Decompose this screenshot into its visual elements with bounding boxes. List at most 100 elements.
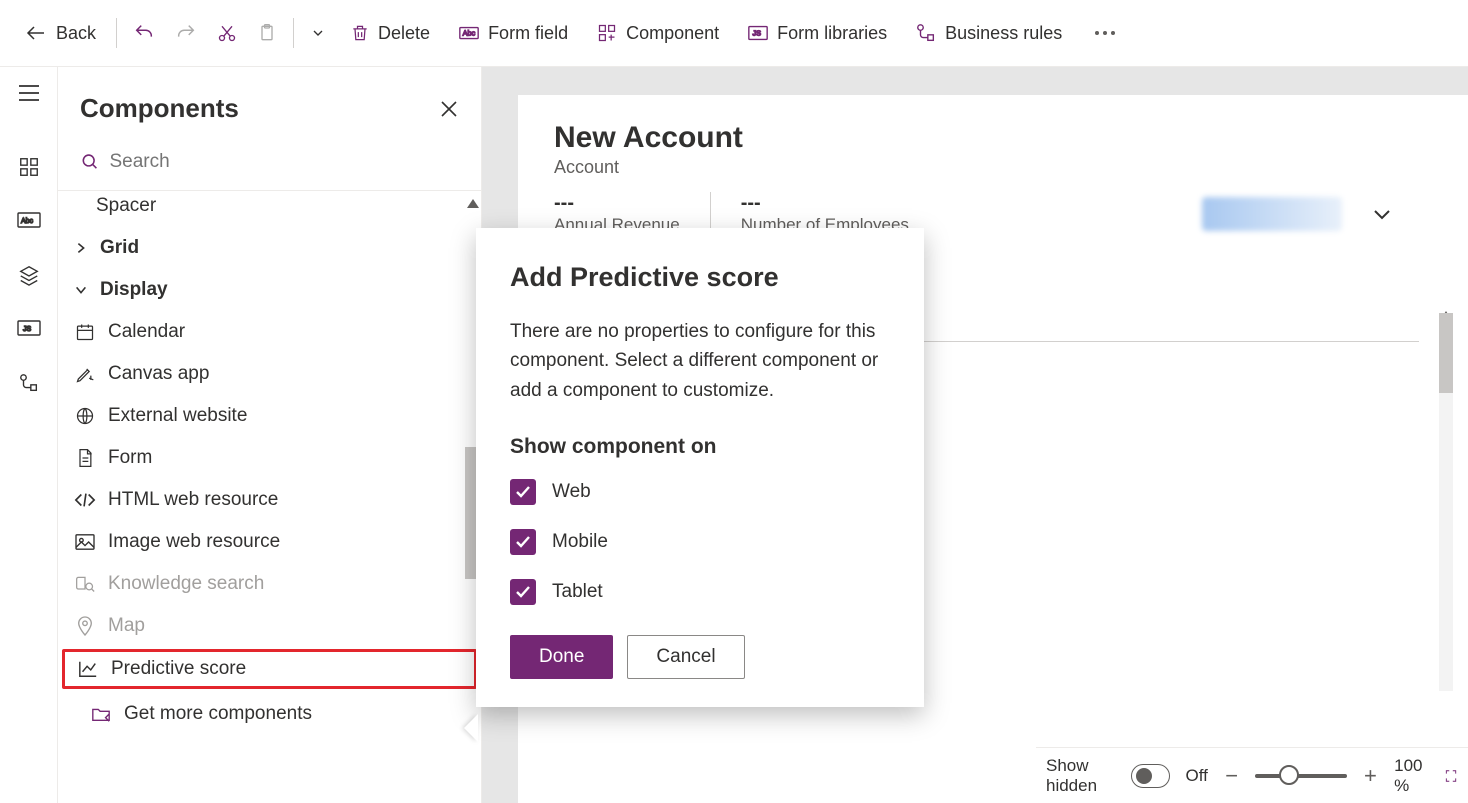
svg-text:Abc: Abc — [463, 29, 476, 38]
chevron-down-icon — [310, 25, 326, 41]
grid-icon — [18, 156, 40, 178]
back-button[interactable]: Back — [10, 13, 110, 53]
trash-icon — [350, 23, 370, 43]
popup-pointer — [464, 714, 478, 742]
redo-button — [165, 14, 207, 52]
pin-icon — [74, 615, 96, 637]
flow-rail-icon — [18, 372, 40, 394]
search-input[interactable] — [109, 151, 458, 173]
check-web[interactable]: Web — [510, 479, 890, 505]
hamburger-icon — [18, 84, 40, 102]
formfield-icon: Abc — [458, 23, 480, 43]
rail-components[interactable] — [17, 155, 41, 179]
business-rules-button[interactable]: Business rules — [901, 14, 1076, 52]
form-libraries-button[interactable]: JS Form libraries — [733, 15, 901, 52]
undo-button[interactable] — [123, 14, 165, 52]
rail-rules[interactable] — [17, 371, 41, 395]
business-rules-label: Business rules — [945, 23, 1062, 44]
search-icon — [81, 152, 99, 172]
undo-icon — [133, 22, 155, 44]
code-icon — [74, 489, 96, 511]
rail-formfield[interactable]: Abc — [17, 209, 41, 233]
cancel-button[interactable]: Cancel — [627, 635, 744, 679]
zoom-slider[interactable] — [1255, 774, 1346, 778]
item-spacer[interactable]: Spacer — [58, 191, 481, 227]
toggle-state-label: Off — [1186, 766, 1208, 786]
delete-label: Delete — [378, 23, 430, 44]
form-field-label: Form field — [488, 23, 568, 44]
svg-text:JS: JS — [753, 29, 762, 38]
form-libraries-label: Form libraries — [777, 23, 887, 44]
form-field-button[interactable]: Abc Form field — [444, 15, 582, 52]
close-icon[interactable] — [439, 99, 459, 119]
item-image[interactable]: Image web resource — [58, 521, 481, 563]
arrow-left-icon — [24, 21, 48, 45]
check-mobile[interactable]: Mobile — [510, 529, 890, 555]
checkbox-checked-icon — [510, 479, 536, 505]
item-canvas[interactable]: Canvas app — [58, 353, 481, 395]
panel-scroll[interactable]: Spacer Grid Display Calendar Canvas app … — [58, 191, 481, 803]
done-button[interactable]: Done — [510, 635, 613, 679]
get-more-components[interactable]: Get more components — [58, 691, 481, 735]
item-external[interactable]: External website — [58, 395, 481, 437]
separator — [116, 18, 117, 48]
item-predictive-score[interactable]: Predictive score — [62, 649, 477, 689]
scissors-icon — [217, 23, 237, 43]
folder-open-icon — [90, 704, 112, 724]
item-calendar[interactable]: Calendar — [58, 311, 481, 353]
popup-subheading: Show component on — [510, 435, 890, 459]
separator — [293, 18, 294, 48]
chart-icon — [77, 658, 99, 680]
book-search-icon — [74, 573, 96, 595]
calendar-icon — [74, 321, 96, 343]
header-dropdown[interactable] — [1202, 192, 1432, 235]
form-title: New Account — [554, 121, 1432, 155]
panel-title: Components — [80, 93, 239, 124]
js-rail-icon: JS — [17, 320, 41, 338]
item-html[interactable]: HTML web resource — [58, 479, 481, 521]
fit-icon[interactable] — [1444, 766, 1458, 786]
back-label: Back — [56, 23, 96, 44]
chevron-down-icon — [74, 283, 88, 297]
form-scrollbar[interactable] — [1439, 313, 1453, 691]
zoom-out-button[interactable]: − — [1224, 765, 1239, 787]
bottom-bar: Show hidden Off − + 100 % — [1036, 747, 1468, 803]
globe-icon — [74, 405, 96, 427]
flow-icon — [915, 22, 937, 44]
cut-button[interactable] — [207, 15, 247, 51]
popup-body: There are no properties to configure for… — [510, 317, 890, 405]
component-label: Component — [626, 23, 719, 44]
rail-layers[interactable] — [17, 263, 41, 287]
pen-icon — [74, 363, 96, 385]
zoom-in-button[interactable]: + — [1363, 765, 1378, 787]
chevron-right-icon — [74, 241, 88, 255]
svg-text:JS: JS — [23, 326, 32, 333]
js-icon: JS — [747, 23, 769, 43]
search-box[interactable] — [66, 142, 473, 182]
dropdown-button[interactable] — [300, 17, 336, 49]
more-button[interactable] — [1084, 22, 1126, 44]
checkbox-checked-icon — [510, 579, 536, 605]
popup-title: Add Predictive score — [510, 262, 890, 293]
delete-button[interactable]: Delete — [336, 15, 444, 52]
group-display[interactable]: Display — [58, 269, 481, 311]
item-form[interactable]: Form — [58, 437, 481, 479]
item-knowledge: Knowledge search — [58, 563, 481, 605]
rail-js[interactable]: JS — [17, 317, 41, 341]
blurred-value — [1202, 197, 1342, 231]
clipboard-icon — [257, 23, 277, 43]
group-grid[interactable]: Grid — [58, 227, 481, 269]
abc-icon: Abc — [17, 212, 41, 230]
checkbox-checked-icon — [510, 529, 536, 555]
component-button[interactable]: Component — [582, 15, 733, 52]
rail-hamburger[interactable] — [17, 81, 41, 105]
document-icon — [74, 447, 96, 469]
redo-icon — [175, 22, 197, 44]
show-hidden-label: Show hidden — [1046, 756, 1115, 796]
check-tablet[interactable]: Tablet — [510, 579, 890, 605]
show-hidden-toggle[interactable] — [1131, 764, 1170, 788]
top-toolbar: Back Delete Abc Form field Component JS … — [0, 0, 1468, 67]
image-icon — [74, 531, 96, 553]
form-subtitle: Account — [554, 157, 1432, 178]
add-predictive-popup: Add Predictive score There are no proper… — [476, 228, 924, 707]
